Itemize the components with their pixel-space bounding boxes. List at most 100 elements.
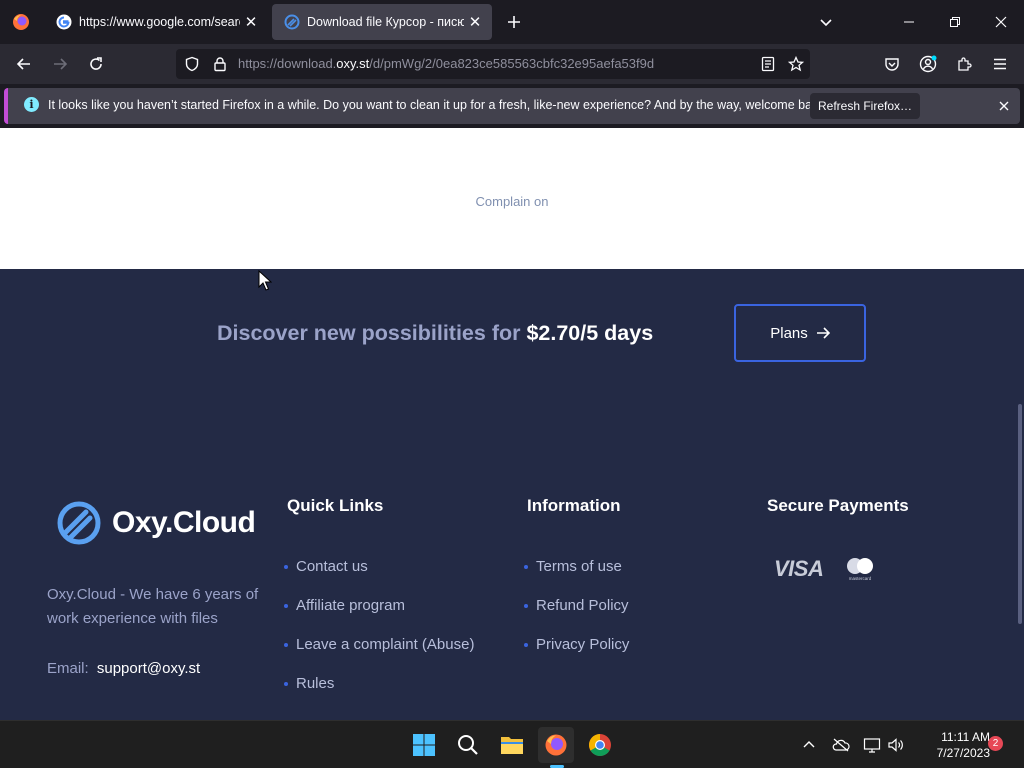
network-button[interactable] [860,733,884,757]
tab-title: https://www.google.com/search [79,15,240,29]
tray-overflow-button[interactable] [797,733,821,757]
link-label: Terms of use [536,558,622,575]
clock-date: 7/27/2023 [936,746,990,760]
plans-button[interactable]: Plans [734,304,866,362]
menu-button[interactable] [986,50,1014,78]
close-window-button[interactable] [978,0,1024,44]
folder-icon [501,737,523,754]
footer-link-rules[interactable]: Rules [284,675,474,714]
tab-oxy-download[interactable]: Download file Курсор - писюн ✕ [272,4,492,40]
pocket-icon [885,58,899,71]
svg-text:mastercard: mastercard [849,576,872,581]
taskbar: 11:11 AM 7/27/2023 [0,720,1024,768]
brand-logo[interactable]: Oxy.Cloud [56,500,256,546]
pocket-button[interactable] [878,50,906,78]
address-bar[interactable]: https://download.oxy.st/d/pmWg/2/0ea823c… [176,49,810,79]
forward-button[interactable] [46,50,74,78]
restore-button[interactable] [932,0,978,44]
file-explorer-button[interactable] [494,727,530,763]
mouse-cursor-icon [258,270,272,291]
firefox-taskbar-button[interactable] [538,727,574,763]
footer-link-contact[interactable]: Contact us [284,558,474,597]
extensions-button[interactable] [950,50,978,78]
notification-message: It looks like you haven’t started Firefo… [48,98,829,112]
list-all-tabs-button[interactable] [812,8,840,36]
footer-link-affiliate[interactable]: Affiliate program [284,597,474,636]
bullet-icon [284,682,288,686]
notification-bar: i It looks like you haven’t started Fire… [4,88,1020,124]
refresh-firefox-button[interactable]: Refresh Firefox… [810,93,920,119]
complain-link[interactable]: Complain on [0,194,1024,209]
back-button[interactable] [10,50,38,78]
bullet-icon [284,643,288,647]
account-icon [919,55,937,73]
windows-start-icon [413,734,435,756]
tab-title: Download file Курсор - писюн [307,15,464,29]
close-tab-icon[interactable]: ✕ [240,11,262,33]
hamburger-menu-icon [994,58,1006,70]
mastercard-logo: mastercard [847,558,874,581]
firefox-view-button[interactable] [0,0,42,44]
oxy-cloud-logo-icon [57,501,101,545]
start-button[interactable] [406,727,442,763]
link-label: Leave a complaint (Abuse) [296,636,475,653]
plus-icon [508,16,520,28]
bullet-icon [284,565,288,569]
arrow-right-icon [54,58,68,70]
minimize-button[interactable] [886,0,932,44]
shield-icon[interactable] [184,56,200,72]
payment-methods: VISA mastercard [774,556,877,582]
reload-icon [90,57,102,70]
quick-links-list: Contact us Affiliate program Leave a com… [284,558,474,714]
volume-button[interactable] [884,733,908,757]
email-link[interactable]: support@oxy.st [97,660,200,677]
visa-logo: VISA [774,556,824,581]
bullet-icon [524,565,528,569]
chevron-up-icon [803,741,815,748]
onedrive-button[interactable] [829,733,853,757]
bullet-icon [284,604,288,608]
promo-lead: Discover new possibilities for [217,321,527,345]
brand-name: Oxy.Cloud [112,506,256,539]
notification-badge[interactable]: 2 [988,736,1003,751]
scrollbar-thumb[interactable] [1018,404,1022,624]
url-path: /d/pmWg/2/0ea823ce585563cbfc32e95aefa53f… [369,56,655,71]
new-tab-button[interactable] [500,8,528,36]
arrow-left-icon [16,58,30,70]
link-label: Contact us [296,558,368,575]
close-notification-button[interactable] [992,94,1016,118]
footer-link-complaint[interactable]: Leave a complaint (Abuse) [284,636,474,675]
download-section: Complain on [0,128,1024,269]
email-label: Email: [47,660,89,677]
page-content: Complain on Discover new possibilities f… [0,128,1024,720]
google-icon [56,14,72,30]
screen: https://www.google.com/search ✕ Download… [0,0,1024,768]
tab-google-search[interactable]: https://www.google.com/search ✕ [44,4,268,40]
bullet-icon [524,643,528,647]
link-label: Refund Policy [536,597,629,614]
search-button[interactable] [450,727,486,763]
clock-time: 11:11 AM [941,730,990,744]
clock[interactable]: 11:11 AM 7/27/2023 [912,729,990,761]
oxy-favicon [284,14,300,30]
reader-view-icon[interactable] [760,56,776,72]
about-text: Oxy.Cloud - We have 6 years of work expe… [47,586,259,627]
arrow-right-icon [816,327,830,339]
footer-link-privacy[interactable]: Privacy Policy [524,636,629,675]
footer-link-refund[interactable]: Refund Policy [524,597,629,636]
footer-link-terms[interactable]: Terms of use [524,558,629,597]
cloud-offline-icon [832,738,850,752]
close-tab-icon[interactable]: ✕ [464,11,486,33]
secure-payments-heading: Secure Payments [767,496,909,515]
bookmark-star-icon[interactable] [788,56,804,72]
url-host: oxy.st [336,56,370,71]
information-list: Terms of use Refund Policy Privacy Polic… [524,558,629,675]
link-label: Affiliate program [296,597,405,614]
close-icon [995,16,1007,28]
promo-text: Discover new possibilities for $2.70/5 d… [217,321,653,346]
reload-button[interactable] [82,50,110,78]
restore-icon [950,17,960,27]
chrome-taskbar-button[interactable] [582,727,618,763]
lock-icon[interactable] [212,56,228,72]
account-button[interactable] [914,50,942,78]
